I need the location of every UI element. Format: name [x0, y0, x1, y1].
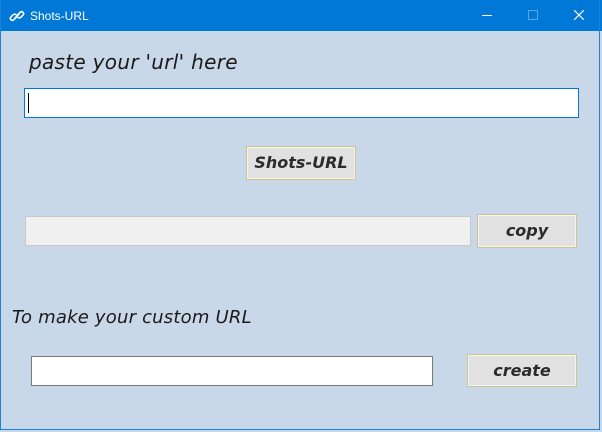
link-icon: [9, 8, 25, 24]
short-url-output[interactable]: [25, 216, 471, 246]
text-caret: [28, 93, 29, 113]
create-button[interactable]: create: [467, 354, 577, 387]
window-title: Shots-URL: [30, 9, 89, 23]
shots-url-button[interactable]: Shots-URL: [246, 146, 356, 180]
minimize-button[interactable]: [464, 0, 510, 31]
custom-url-label: To make your custom URL: [12, 307, 252, 328]
copy-button[interactable]: copy: [477, 214, 577, 248]
close-icon: [574, 10, 584, 20]
close-button[interactable]: [556, 0, 602, 31]
maximize-icon: [528, 10, 538, 20]
paste-url-label: paste your 'url' here: [29, 50, 238, 74]
custom-url-input[interactable]: [31, 356, 433, 386]
url-input[interactable]: [24, 88, 579, 118]
minimize-icon: [482, 15, 492, 16]
title-bar[interactable]: Shots-URL: [0, 0, 602, 31]
maximize-button[interactable]: [510, 0, 556, 31]
